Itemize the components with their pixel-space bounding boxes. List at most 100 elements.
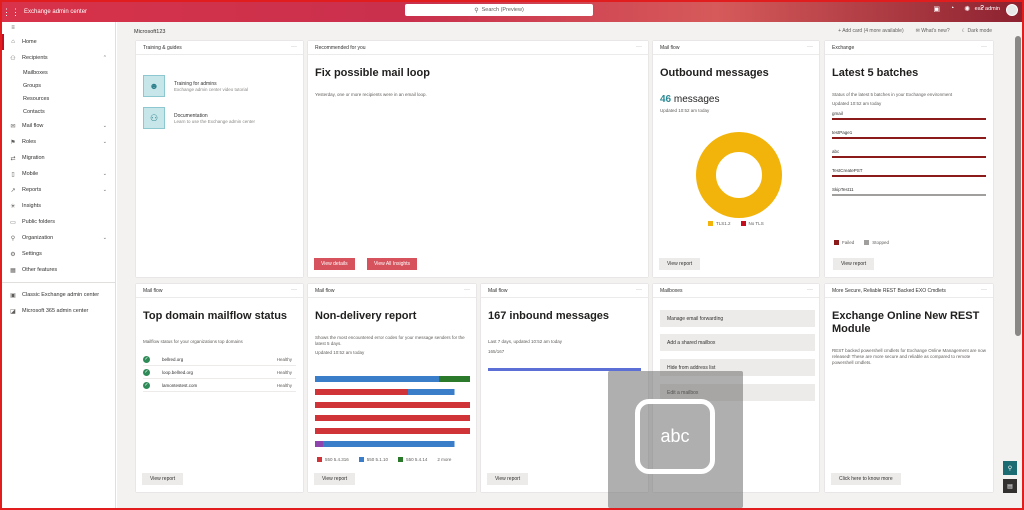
donut-slice-tls1-2[interactable]	[696, 132, 782, 218]
dark-mode-label: Dark mode	[967, 28, 992, 34]
chat-icon[interactable]: ▤	[1003, 479, 1017, 493]
inbound-title: 167 inbound messages	[488, 310, 610, 322]
domain-row[interactable]: ✓ bellred.org Healthy	[143, 353, 296, 366]
scrollbar[interactable]	[1014, 22, 1022, 508]
sidebar-item-recipients[interactable]: ⚇ Recipients ⌃	[2, 50, 115, 66]
sidebar-item-roles[interactable]: ⚑ Roles ⌄	[2, 134, 115, 150]
reports-icon: ↗	[10, 187, 16, 194]
more-icon[interactable]: ···	[807, 44, 813, 50]
sidebar-item-mail-flow[interactable]: ✉ Mail flow ⌄	[2, 118, 115, 134]
sidebar-item-label: Reports	[22, 187, 42, 193]
rest-desc: REST backed powershell cmdlets for Excha…	[832, 348, 986, 365]
view-report-button[interactable]: View report	[833, 258, 875, 270]
ndr-bar-segment[interactable]	[315, 402, 470, 408]
search-box[interactable]: ⚲ Search (Preview)	[405, 4, 593, 16]
ndr-bar-segment[interactable]	[315, 376, 439, 382]
legend-more[interactable]: 2 more	[437, 457, 451, 462]
sidebar-item-classic-eac[interactable]: ▣ Classic Exchange admin center	[2, 287, 115, 303]
view-details-button[interactable]: View details	[314, 258, 355, 270]
help-icon[interactable]: ⚲	[1003, 461, 1017, 475]
hamburger-menu[interactable]: ≡	[2, 22, 115, 34]
domain-status: Healthy	[276, 356, 292, 362]
more-icon[interactable]: ···	[636, 44, 642, 50]
add-shared-mailbox-button[interactable]: Add a shared mailbox	[660, 334, 815, 351]
sidebar-item-m365-admin[interactable]: ◪ Microsoft 365 admin center	[2, 303, 115, 319]
text-recognition-icon[interactable]: abc	[635, 399, 715, 474]
sidebar-item-label: Mobile	[22, 171, 39, 177]
ndr-bar-segment[interactable]	[315, 441, 323, 447]
dark-mode-toggle[interactable]: ☾ Dark mode	[962, 28, 992, 34]
batch-name[interactable]: SkipTest11	[832, 187, 986, 192]
sidebar-item-public-folders[interactable]: ▭ Public folders	[2, 214, 115, 230]
app-launcher-icon[interactable]: ⋮⋮	[2, 7, 20, 18]
more-icon[interactable]: ···	[807, 287, 813, 293]
more-icon[interactable]: ···	[981, 287, 987, 293]
text-recognition-overlay[interactable]: abc	[608, 371, 743, 508]
whats-new-button[interactable]: ✉ What's new?	[916, 28, 950, 34]
sidebar-item-contacts[interactable]: Contacts	[2, 105, 115, 118]
add-card-label: Add card (4 more available)	[842, 28, 904, 34]
bell-icon[interactable]: ◔	[950, 5, 954, 13]
user-name[interactable]: eac admin	[975, 6, 1000, 12]
batch-name[interactable]: testPage1	[832, 130, 986, 135]
sidebar-item-mailboxes[interactable]: Mailboxes	[2, 66, 115, 79]
manage-email-forwarding-button[interactable]: Manage email forwarding	[660, 310, 815, 327]
ndr-bars-group	[315, 376, 470, 447]
roles-icon: ⚑	[10, 139, 16, 146]
ndr-bar-segment[interactable]	[408, 389, 455, 395]
more-icon[interactable]: ···	[636, 287, 642, 293]
know-more-button[interactable]: Click here to know more	[831, 473, 901, 485]
card-header: Mail flow ···	[653, 41, 819, 55]
batches-desc: Status of the latest 5 batches in your E…	[832, 92, 953, 97]
ndr-bar-segment[interactable]	[315, 389, 408, 395]
more-icon[interactable]: ···	[981, 44, 987, 50]
scrollbar-thumb[interactable]	[1015, 36, 1021, 336]
migration-icon: ⇄	[10, 155, 16, 162]
gear-icon[interactable]: ✺	[964, 5, 970, 13]
batch-name[interactable]: TestCreatePST	[832, 168, 986, 173]
more-icon[interactable]: ···	[291, 287, 297, 293]
organization-icon: ⚲	[10, 235, 16, 242]
ndr-bar-segment[interactable]	[315, 415, 470, 421]
ndr-bar-segment[interactable]	[439, 376, 470, 382]
ndr-bar-segment[interactable]	[315, 441, 455, 447]
top-domain-card: Mail flow ··· Top domain mailflow status …	[136, 284, 303, 492]
sidebar-item-insights[interactable]: ☀ Insights	[2, 198, 115, 214]
training-item[interactable]: ☻ Training for admins Exchange admin cent…	[143, 75, 248, 97]
ndr-bar-segment[interactable]	[315, 428, 470, 434]
sidebar-item-mobile[interactable]: ▯ Mobile ⌄	[2, 166, 115, 182]
domain-row[interactable]: ✓ loop.bellred.org Healthy	[143, 366, 296, 379]
batch-bar	[832, 194, 986, 196]
sidebar-item-resources[interactable]: Resources	[2, 92, 115, 105]
avatar[interactable]	[1006, 4, 1018, 16]
sidebar-item-groups[interactable]: Groups	[2, 79, 115, 92]
documentation-item[interactable]: ⚇ Documentation Learn to use the Exchange…	[143, 107, 255, 129]
sidebar-item-migration[interactable]: ⇄ Migration	[2, 150, 115, 166]
sidebar-item-other-features[interactable]: ▦ Other features	[2, 262, 115, 278]
apps-icon[interactable]: ▣	[933, 5, 940, 13]
batches-title: Latest 5 batches	[832, 67, 919, 79]
sidebar-item-reports[interactable]: ↗ Reports ⌄	[2, 182, 115, 198]
domain-status: Healthy	[276, 382, 292, 388]
view-report-button[interactable]: View report	[142, 473, 184, 485]
batch-name[interactable]: abc	[832, 149, 986, 154]
sidebar-item-organization[interactable]: ⚲ Organization ⌄	[2, 230, 115, 246]
batch-name[interactable]: gmail	[832, 111, 986, 116]
more-icon[interactable]: ···	[464, 287, 470, 293]
outbound-count: 46	[660, 94, 672, 105]
sidebar-item-home[interactable]: ⌂ Home	[2, 34, 115, 50]
app-title: Exchange admin center	[24, 9, 88, 15]
office-icon: ◪	[10, 308, 16, 315]
view-all-insights-button[interactable]: View All Insights	[367, 258, 418, 270]
legend-item: TLS1.2	[708, 221, 731, 227]
view-report-button[interactable]: View report	[314, 473, 356, 485]
add-card-button[interactable]: + Add card (4 more available)	[838, 28, 903, 34]
sidebar-item-label: Mail flow	[22, 123, 44, 129]
domain-row[interactable]: ✓ lamontestest.com Healthy	[143, 379, 296, 392]
rest-title: Exchange Online New REST Module	[832, 310, 980, 335]
whats-new-label: What's new?	[921, 28, 950, 34]
view-report-button[interactable]: View report	[659, 258, 701, 270]
more-icon[interactable]: ···	[291, 44, 297, 50]
view-report-button[interactable]: View report	[487, 473, 529, 485]
sidebar-item-settings[interactable]: ⚙ Settings	[2, 246, 115, 262]
